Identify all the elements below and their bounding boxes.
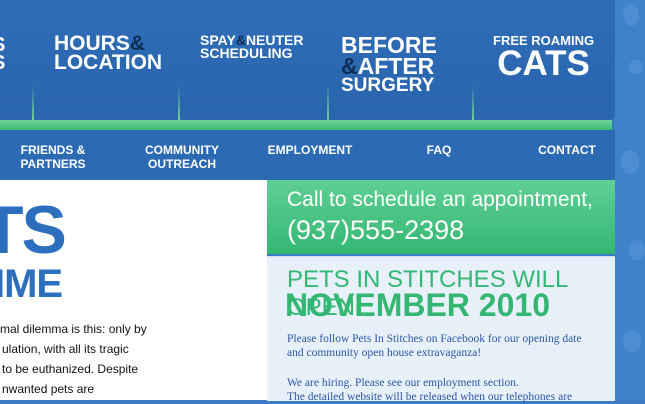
facebook-paragraph: Please follow Pets In Stitches on Facebo… xyxy=(287,333,582,359)
opening-date: NOVEMBER 2010 xyxy=(285,287,550,323)
opening-announcement: PETS IN STITCHES WILL OPEN NOVEMBER 2010… xyxy=(267,256,615,403)
paw-print-icon xyxy=(623,330,641,352)
paw-print-icon xyxy=(629,60,643,74)
headline-line2: IME xyxy=(0,262,63,306)
nav-divider xyxy=(327,84,329,120)
nav-hours-location[interactable]: HOURS& LOCATION xyxy=(54,33,162,73)
secondary-navigation: FRIENDS & PARTNERS COMMUNITY OUTREACH EMPL… xyxy=(0,130,615,180)
nav-spay-neuter[interactable]: SPAY&NEUTER SCHEDULING xyxy=(200,33,304,60)
call-instruction: Call to schedule an appointment, xyxy=(287,188,593,211)
subnav-contact[interactable]: CONTACT xyxy=(530,143,604,157)
intro-paragraph: mal dilemma is this: only by ulation, wi… xyxy=(0,322,147,396)
phone-number[interactable]: (937)555-2398 xyxy=(287,215,464,246)
call-to-schedule-banner: Call to schedule an appointment, (937)55… xyxy=(267,180,615,254)
paw-print-icon xyxy=(621,150,639,174)
subnav-friends-partners[interactable]: FRIENDS & PARTNERS xyxy=(16,143,90,171)
paw-print-icon xyxy=(623,4,639,26)
nav-partial-item[interactable]: S S xyxy=(0,35,5,74)
nav-green-bar xyxy=(0,120,612,130)
subnav-community-outreach[interactable]: COMMUNITY OUTREACH xyxy=(138,143,226,171)
main-content: TS IME mal dilemma is this: only by ulat… xyxy=(0,180,267,400)
subnav-faq[interactable]: FAQ xyxy=(420,143,458,157)
paw-background xyxy=(615,0,645,400)
top-navigation: S S HOURS& LOCATION SPAY&NEUTER SCHEDULI… xyxy=(0,0,615,120)
nav-before-after-surgery[interactable]: BEFORE &AFTER SURGERY xyxy=(341,33,437,95)
subnav-employment[interactable]: EMPLOYMENT xyxy=(260,143,360,157)
paw-print-icon xyxy=(629,240,645,260)
nav-divider xyxy=(178,84,180,120)
nav-free-roaming-cats[interactable]: FREE ROAMING CATS xyxy=(493,34,594,81)
headline-line1: TS xyxy=(0,192,67,268)
nav-divider xyxy=(472,84,474,120)
nav-divider xyxy=(32,84,34,120)
